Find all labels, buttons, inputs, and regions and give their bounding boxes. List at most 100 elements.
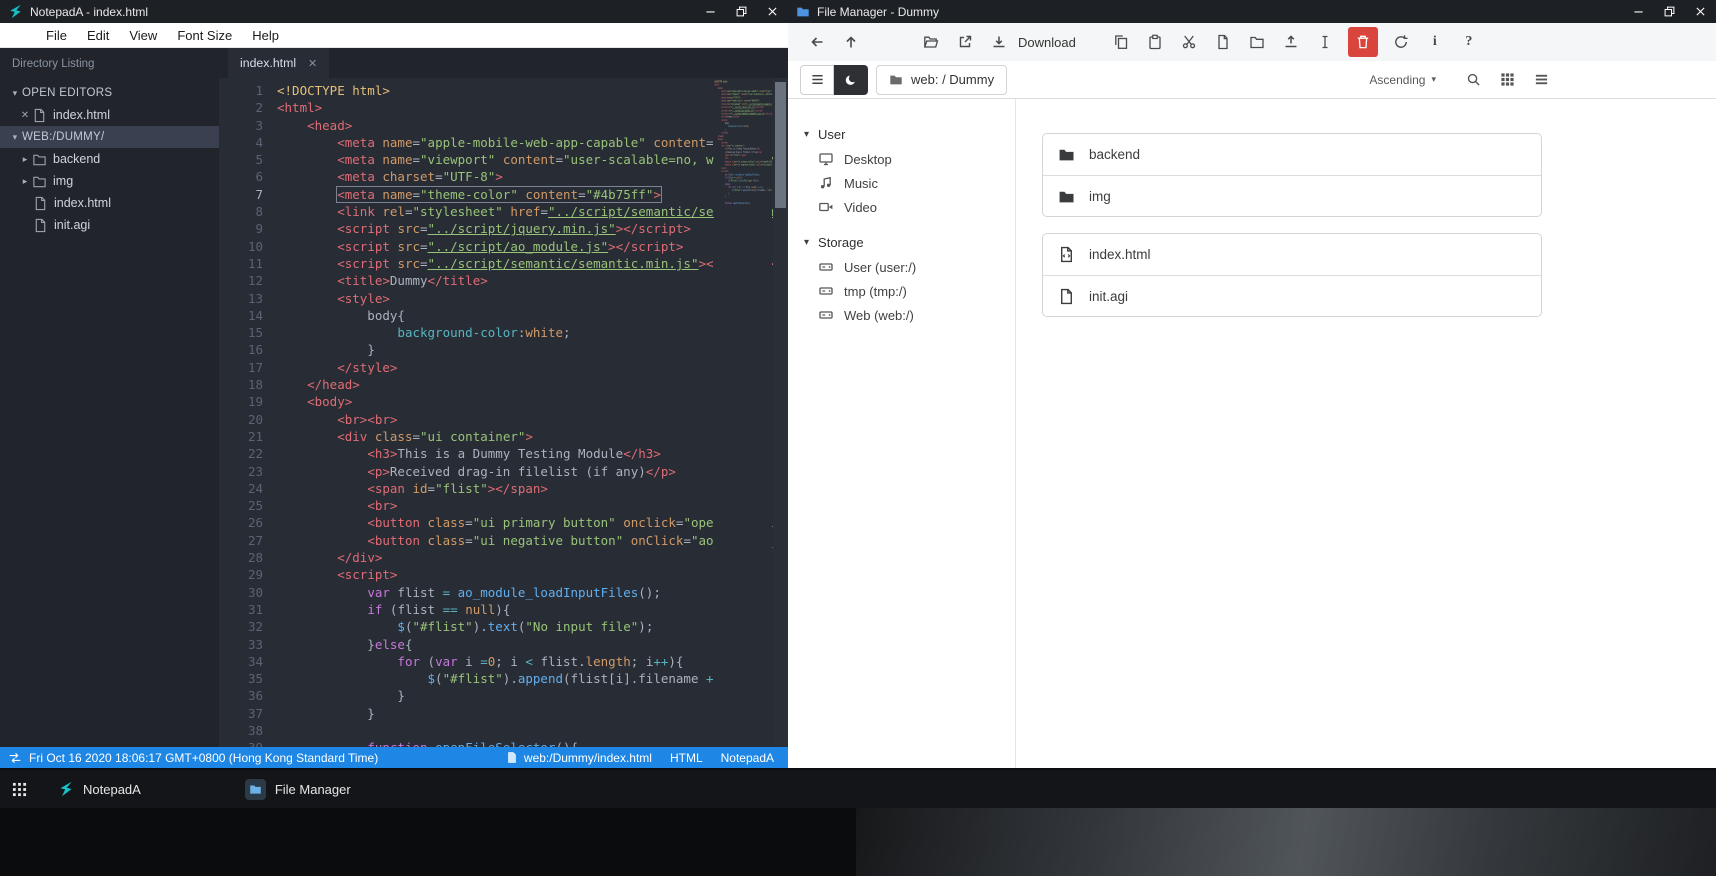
editor-scrollbar[interactable] bbox=[773, 78, 788, 747]
new-file-button[interactable] bbox=[1208, 27, 1238, 57]
file-row-init-agi[interactable]: init.agi bbox=[1043, 275, 1541, 316]
taskbar-item-file-manager[interactable]: File Manager bbox=[235, 770, 361, 808]
menu-help[interactable]: Help bbox=[242, 23, 289, 47]
search-icon bbox=[1467, 73, 1480, 86]
menu-toggle-button[interactable] bbox=[800, 64, 834, 95]
cut-button[interactable] bbox=[1174, 27, 1204, 57]
desktop-wallpaper bbox=[856, 808, 1716, 876]
file-row-backend[interactable]: backend bbox=[1043, 134, 1541, 175]
restore-button[interactable] bbox=[1654, 0, 1685, 23]
toolbar: Download i ? bbox=[788, 23, 1716, 61]
file-icon bbox=[508, 752, 516, 763]
chevron-down-icon: ▾ bbox=[12, 131, 18, 142]
window-title: NotepadA - index.html bbox=[30, 4, 149, 19]
open-editor-item[interactable]: ✕ index.html bbox=[0, 104, 219, 126]
music-icon bbox=[820, 176, 831, 189]
download-button[interactable] bbox=[984, 27, 1014, 57]
folder-group: backend img bbox=[1042, 133, 1542, 217]
menu-font-size[interactable]: Font Size bbox=[167, 23, 242, 47]
workspace-root[interactable]: ▾ WEB:/DUMMY/ bbox=[0, 126, 219, 148]
scrollbar-thumb[interactable] bbox=[775, 82, 786, 208]
code-editor[interactable]: 1 2 3 4 5 6 7 8 9 10 11 12 13 14 15 16 17 18 19 20 21 22 23 24 2… bbox=[219, 78, 788, 747]
file-icon bbox=[35, 196, 46, 210]
sidebar-item-video[interactable]: Video bbox=[788, 195, 1015, 219]
code-text-area[interactable]: <!DOCTYPE html> <html> <head> <meta name=… bbox=[277, 78, 788, 747]
folder-icon bbox=[1059, 191, 1074, 202]
tree-item-init-agi[interactable]: init.agi bbox=[0, 214, 219, 236]
sidebar-item-user-drive[interactable]: User (user:/) bbox=[788, 255, 1015, 279]
open-editors-section[interactable]: ▾ OPEN EDITORS bbox=[0, 82, 219, 104]
info-button[interactable]: i bbox=[1420, 27, 1450, 57]
close-editor-icon[interactable]: ✕ bbox=[18, 110, 32, 121]
rename-button[interactable] bbox=[1310, 27, 1340, 57]
folder-icon bbox=[33, 176, 46, 187]
notepada-titlebar[interactable]: NotepadA - index.html bbox=[0, 0, 788, 23]
tree-item-index-html[interactable]: index.html bbox=[0, 192, 219, 214]
list-view-icon bbox=[1535, 74, 1547, 85]
section-storage[interactable]: ▾ Storage bbox=[788, 229, 1015, 255]
sidebar-item-desktop[interactable]: Desktop bbox=[788, 147, 1015, 171]
menu-file[interactable]: File bbox=[36, 23, 77, 47]
folder-icon bbox=[33, 154, 46, 165]
file-row-img[interactable]: img bbox=[1043, 175, 1541, 216]
upload-button[interactable] bbox=[1276, 27, 1306, 57]
sidebar-header: Directory Listing bbox=[12, 58, 95, 70]
menu-bar: File Edit View Font Size Help bbox=[0, 23, 788, 48]
app-launcher-button[interactable] bbox=[0, 770, 38, 808]
copy-button[interactable] bbox=[1106, 27, 1136, 57]
back-button[interactable] bbox=[802, 27, 832, 57]
file-icon bbox=[34, 108, 45, 122]
tree-item-backend[interactable]: ▸ backend bbox=[0, 148, 219, 170]
folder-icon bbox=[797, 7, 809, 16]
sort-order-dropdown[interactable]: Ascending ▾ bbox=[1369, 73, 1436, 87]
status-bar: Fri Oct 16 2020 18:06:17 GMT+0800 (Hong … bbox=[0, 747, 788, 768]
close-button[interactable] bbox=[1685, 0, 1716, 23]
sidebar-item-web-drive[interactable]: Web (web:/) bbox=[788, 303, 1015, 327]
open-folder-button[interactable] bbox=[916, 27, 946, 57]
minimap[interactable]: <!DOCTYPE html> <html> <head> <meta name=… bbox=[714, 80, 772, 747]
grid-view-button[interactable] bbox=[1492, 65, 1522, 95]
open-external-button[interactable] bbox=[950, 27, 980, 57]
delete-button[interactable] bbox=[1347, 27, 1378, 57]
download-label[interactable]: Download bbox=[1018, 35, 1076, 50]
chevron-down-icon: ▾ bbox=[804, 128, 810, 140]
paste-button[interactable] bbox=[1140, 27, 1170, 57]
tab-index-html[interactable]: index.html ✕ bbox=[228, 48, 330, 78]
drive-icon bbox=[819, 287, 833, 295]
help-button[interactable]: ? bbox=[1454, 27, 1484, 57]
list-view-button[interactable] bbox=[1526, 65, 1556, 95]
chevron-down-icon: ▾ bbox=[1431, 74, 1436, 84]
file-row-index-html[interactable]: index.html bbox=[1043, 234, 1541, 275]
refresh-button[interactable] bbox=[1386, 27, 1416, 57]
file-group: index.html init.agi bbox=[1042, 233, 1542, 317]
status-file-path: web:/Dummy/index.html bbox=[523, 750, 652, 765]
search-button[interactable] bbox=[1458, 65, 1488, 95]
tree-item-img[interactable]: ▸ img bbox=[0, 170, 219, 192]
notepada-window: NotepadA - index.html File Edit View Fon… bbox=[0, 0, 788, 768]
menu-view[interactable]: View bbox=[119, 23, 167, 47]
desktop-icon bbox=[819, 153, 833, 166]
restore-button[interactable] bbox=[726, 0, 757, 23]
sidebar-item-tmp-drive[interactable]: tmp (tmp:/) bbox=[788, 279, 1015, 303]
dark-mode-toggle-button[interactable] bbox=[834, 64, 868, 95]
close-button[interactable] bbox=[757, 0, 788, 23]
tab-bar: index.html ✕ bbox=[219, 48, 788, 78]
notepada-logo-icon bbox=[10, 4, 21, 19]
breadcrumb[interactable]: web: / Dummy bbox=[876, 64, 1008, 95]
navigation-bar: web: / Dummy Ascending ▾ bbox=[788, 61, 1716, 99]
drive-icon bbox=[819, 263, 833, 271]
tab-close-icon[interactable]: ✕ bbox=[308, 57, 317, 70]
folder-icon bbox=[890, 75, 902, 84]
section-user[interactable]: ▾ User bbox=[788, 121, 1015, 147]
sync-arrows-icon bbox=[9, 752, 21, 763]
file-listing: backend img index.html init.agi bbox=[1016, 99, 1716, 768]
minimize-button[interactable] bbox=[1623, 0, 1654, 23]
menu-edit[interactable]: Edit bbox=[77, 23, 119, 47]
sidebar-item-music[interactable]: Music bbox=[788, 171, 1015, 195]
minimize-button[interactable] bbox=[695, 0, 726, 23]
taskbar-item-notepada[interactable]: NotepadA bbox=[48, 770, 151, 808]
up-button[interactable] bbox=[836, 27, 866, 57]
new-folder-button[interactable] bbox=[1242, 27, 1272, 57]
file-manager-titlebar[interactable]: File Manager - Dummy bbox=[788, 0, 1716, 23]
grid-view-icon bbox=[1500, 73, 1514, 86]
